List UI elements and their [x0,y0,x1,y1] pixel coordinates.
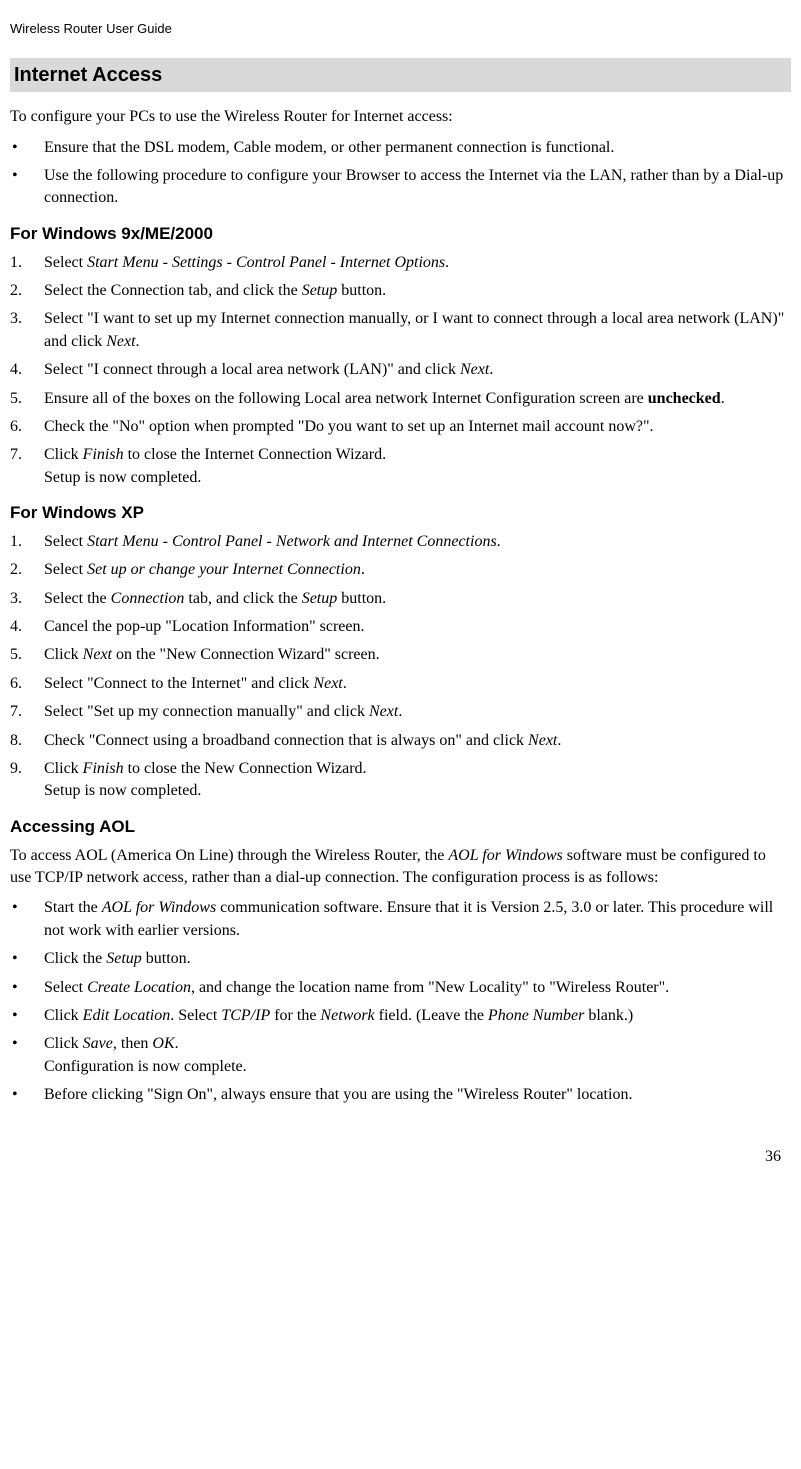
step-text: Click Finish to close the Internet Conne… [44,444,791,489]
page-number: 36 [10,1146,791,1168]
step-number: 2. [10,280,44,302]
list-item: 1. Select Start Menu - Control Panel - N… [10,531,791,553]
step-number: 4. [10,616,44,638]
bullet-text: Before clicking "Sign On", always ensure… [44,1084,791,1106]
intro-text: To configure your PCs to use the Wireles… [10,106,791,128]
aol-heading: Accessing AOL [10,815,791,839]
aol-intro: To access AOL (America On Line) through … [10,845,791,890]
list-item: • Click Edit Location. Select TCP/IP for… [10,1005,791,1027]
win9x-steps: 1. Select Start Menu - Settings - Contro… [10,252,791,490]
step-text: Select "Connect to the Internet" and cli… [44,673,791,695]
list-item: • Ensure that the DSL modem, Cable modem… [10,137,791,159]
list-item: 6. Check the "No" option when prompted "… [10,416,791,438]
bullet-icon: • [10,137,44,159]
list-item: 2. Select the Connection tab, and click … [10,280,791,302]
list-item: 9. Click Finish to close the New Connect… [10,758,791,803]
doc-title: Wireless Router User Guide [10,21,172,36]
bullet-icon: • [10,1084,44,1106]
step-number: 6. [10,416,44,438]
list-item: • Click the Setup button. [10,948,791,970]
step-text: Click Finish to close the New Connection… [44,758,791,803]
step-number: 5. [10,388,44,410]
step-text: Click Next on the "New Connection Wizard… [44,644,791,666]
bullet-text: Click the Setup button. [44,948,791,970]
step-number: 3. [10,588,44,610]
step-number: 1. [10,252,44,274]
step-number: 5. [10,644,44,666]
step-number: 3. [10,308,44,353]
bullet-icon: • [10,897,44,942]
bullet-icon: • [10,948,44,970]
list-item: • Click Save, then OK. Configuration is … [10,1033,791,1078]
step-text: Check "Connect using a broadband connect… [44,730,791,752]
list-item: • Use the following procedure to configu… [10,165,791,210]
bullet-icon: • [10,165,44,210]
step-number: 8. [10,730,44,752]
bullet-text: Start the AOL for Windows communication … [44,897,791,942]
list-item: • Start the AOL for Windows communicatio… [10,897,791,942]
step-text: Cancel the pop-up "Location Information"… [44,616,791,638]
bullet-text: Use the following procedure to configure… [44,165,791,210]
step-text: Select "I want to set up my Internet con… [44,308,791,353]
step-text: Ensure all of the boxes on the following… [44,388,791,410]
bullet-text: Click Edit Location. Select TCP/IP for t… [44,1005,791,1027]
list-item: 6. Select "Connect to the Internet" and … [10,673,791,695]
list-item: 7. Select "Set up my connection manually… [10,701,791,723]
step-text: Select "Set up my connection manually" a… [44,701,791,723]
list-item: 2. Select Set up or change your Internet… [10,559,791,581]
bullet-text: Ensure that the DSL modem, Cable modem, … [44,137,791,159]
step-text: Check the "No" option when prompted "Do … [44,416,791,438]
step-number: 9. [10,758,44,803]
list-item: 4. Select "I connect through a local are… [10,359,791,381]
step-text: Select the Connection tab, and click the… [44,588,791,610]
winxp-heading: For Windows XP [10,501,791,525]
list-item: 5. Ensure all of the boxes on the follow… [10,388,791,410]
step-number: 6. [10,673,44,695]
step-number: 4. [10,359,44,381]
bullet-icon: • [10,1005,44,1027]
intro-bullet-list: • Ensure that the DSL modem, Cable modem… [10,137,791,210]
bullet-icon: • [10,977,44,999]
list-item: 1. Select Start Menu - Settings - Contro… [10,252,791,274]
step-text: Select the Connection tab, and click the… [44,280,791,302]
step-number: 7. [10,701,44,723]
section-title: Internet Access [10,58,791,92]
step-text: Select Start Menu - Control Panel - Netw… [44,531,791,553]
list-item: 3. Select the Connection tab, and click … [10,588,791,610]
bullet-icon: • [10,1033,44,1078]
page-header: Wireless Router User Guide [10,20,791,38]
winxp-steps: 1. Select Start Menu - Control Panel - N… [10,531,791,803]
list-item: • Select Create Location, and change the… [10,977,791,999]
list-item: • Before clicking "Sign On", always ensu… [10,1084,791,1106]
step-number: 1. [10,531,44,553]
step-text: Select Start Menu - Settings - Control P… [44,252,791,274]
bullet-text: Click Save, then OK. Configuration is no… [44,1033,791,1078]
step-number: 7. [10,444,44,489]
step-number: 2. [10,559,44,581]
step-text: Select Set up or change your Internet Co… [44,559,791,581]
list-item: 3. Select "I want to set up my Internet … [10,308,791,353]
list-item: 4. Cancel the pop-up "Location Informati… [10,616,791,638]
bullet-text: Select Create Location, and change the l… [44,977,791,999]
list-item: 7. Click Finish to close the Internet Co… [10,444,791,489]
list-item: 5. Click Next on the "New Connection Wiz… [10,644,791,666]
step-text: Select "I connect through a local area n… [44,359,791,381]
list-item: 8. Check "Connect using a broadband conn… [10,730,791,752]
win9x-heading: For Windows 9x/ME/2000 [10,222,791,246]
aol-bullet-list: • Start the AOL for Windows communicatio… [10,897,791,1106]
